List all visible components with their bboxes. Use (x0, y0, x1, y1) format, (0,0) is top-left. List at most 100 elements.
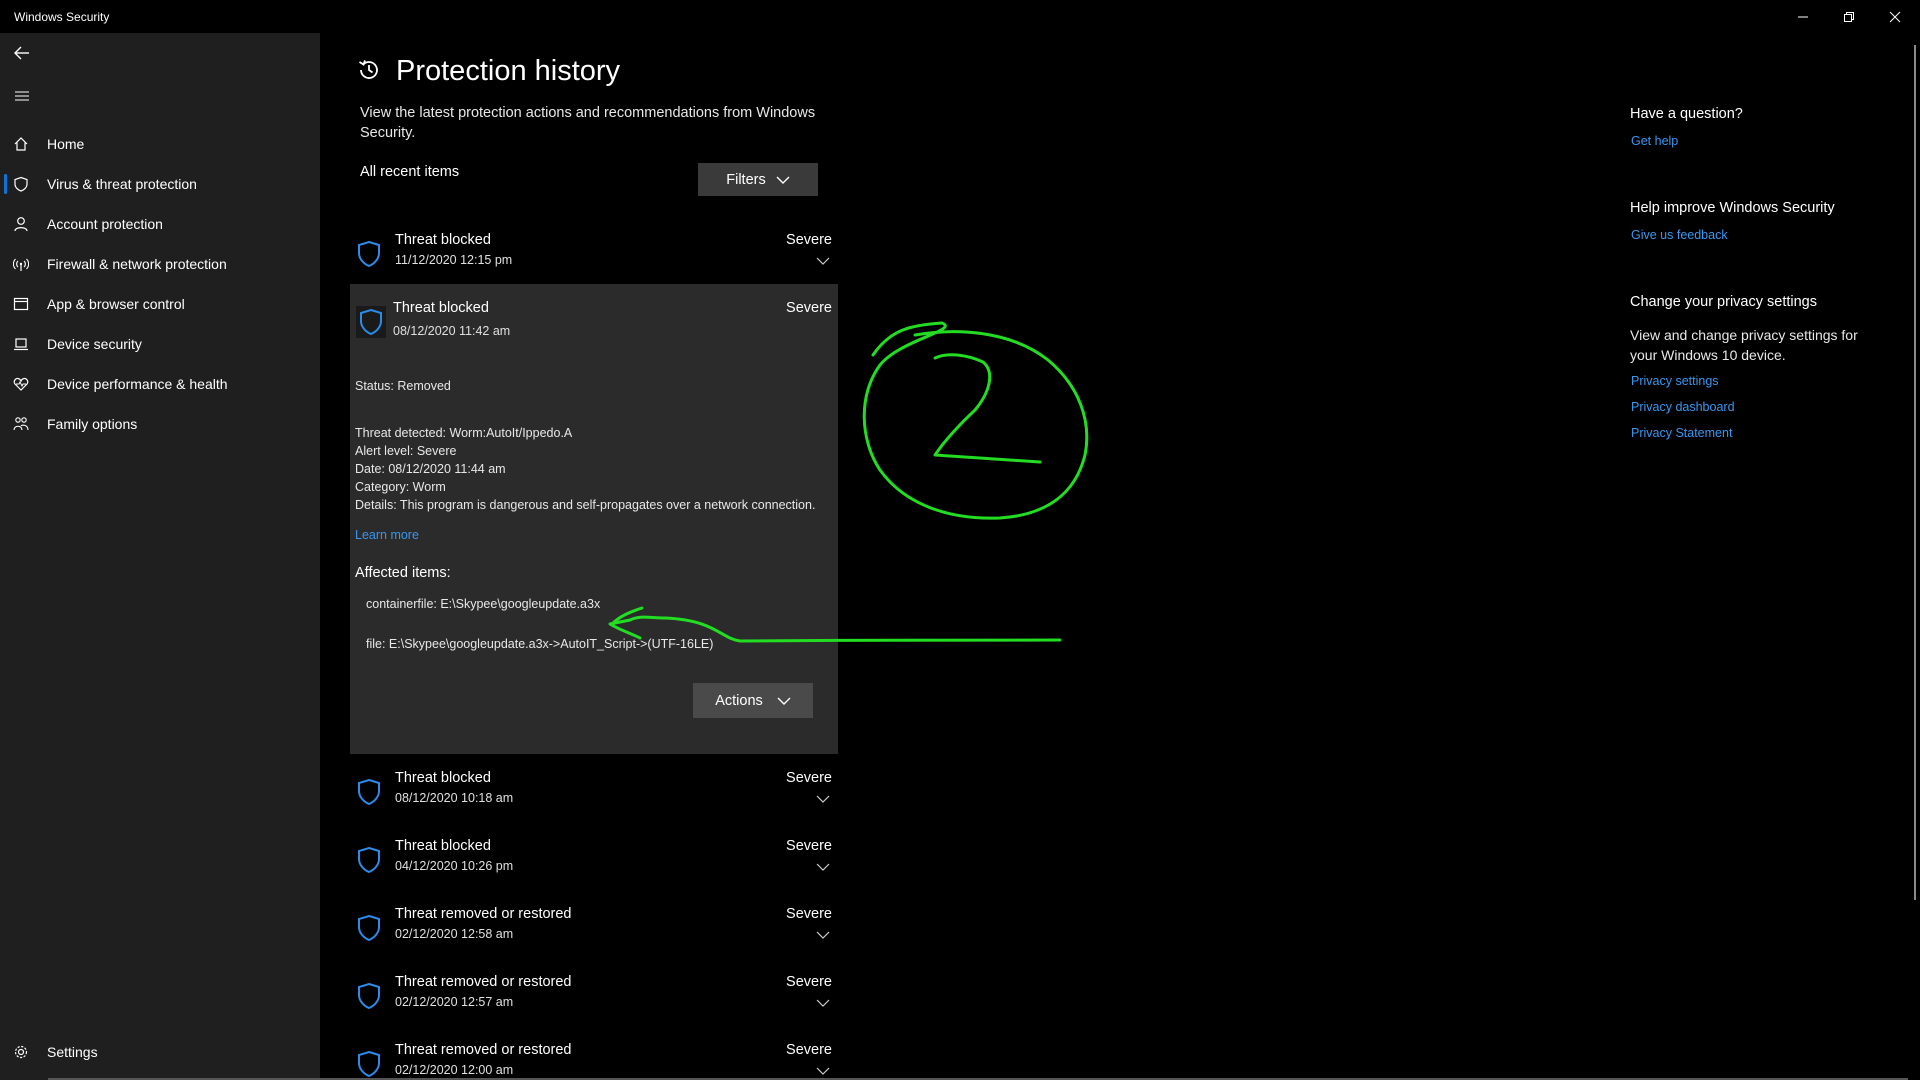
recent-items-label: All recent items (360, 164, 460, 180)
history-item-title: Threat blocked (395, 770, 491, 786)
history-item-title: Threat blocked (395, 232, 491, 248)
sidebar-item-label: Home (47, 136, 85, 152)
learn-more-link[interactable]: Learn more (355, 528, 419, 542)
status-text: Status: Removed (355, 379, 451, 393)
privacy-description: View and change privacy settings for you… (1630, 327, 1858, 363)
privacy-statement-link[interactable]: Privacy Statement (1631, 426, 1732, 440)
severity-label: Severe (786, 838, 832, 854)
sidebar-item-family-options[interactable]: Family options (0, 405, 320, 443)
history-item-date: 08/12/2020 11:42 am (393, 324, 511, 338)
gear-icon (12, 1043, 30, 1061)
sidebar-item-home[interactable]: Home (0, 125, 320, 163)
minimize-button[interactable] (1780, 0, 1826, 33)
page-title: Protection history (396, 55, 621, 87)
chevron-down-icon[interactable] (816, 256, 830, 266)
restore-button[interactable] (1826, 0, 1872, 33)
wifi-antenna-icon (12, 255, 30, 273)
sidebar: Home Virus & threat protection Account p… (0, 33, 320, 1080)
filters-button[interactable]: Filters (698, 163, 818, 196)
sidebar-item-label: Account protection (47, 216, 163, 232)
privacy-heading: Change your privacy settings (1630, 294, 1817, 310)
chevron-down-icon[interactable] (816, 998, 830, 1008)
privacy-dashboard-link[interactable]: Privacy dashboard (1631, 400, 1735, 414)
scrollbar[interactable] (1914, 45, 1916, 900)
history-item-date: 02/12/2020 12:00 am (395, 1063, 514, 1077)
history-item[interactable]: Threat removed or restored 02/12/2020 12… (350, 898, 838, 962)
history-item[interactable]: Threat removed or restored 02/12/2020 12… (350, 1034, 838, 1080)
person-icon (12, 215, 30, 233)
history-item-date: 02/12/2020 12:58 am (395, 927, 514, 941)
actions-label: Actions (715, 692, 763, 709)
family-icon (12, 415, 30, 433)
history-item-expanded[interactable]: Threat blocked 08/12/2020 11:42 am Sever… (350, 284, 838, 754)
history-item-title: Threat blocked (393, 300, 489, 316)
sidebar-item-label: Family options (47, 416, 138, 432)
sidebar-item-account-protection[interactable]: Account protection (0, 205, 320, 243)
get-help-link[interactable]: Get help (1631, 134, 1678, 148)
severity-label: Severe (786, 974, 832, 990)
history-item[interactable]: Threat blocked 08/12/2020 10:18 am Sever… (350, 762, 838, 826)
sidebar-item-device-security[interactable]: Device security (0, 325, 320, 363)
chevron-down-icon[interactable] (816, 794, 830, 804)
home-icon (12, 135, 30, 153)
chevron-down-icon[interactable] (816, 930, 830, 940)
shield-icon (358, 1050, 380, 1078)
chevron-down-icon[interactable] (816, 1066, 830, 1076)
shield-icon (358, 846, 380, 874)
chevron-down-icon[interactable] (816, 862, 830, 872)
severity-label: Severe (786, 770, 832, 786)
alert-level-text: Alert level: Severe (355, 444, 457, 458)
improve-heading: Help improve Windows Security (1630, 200, 1835, 216)
history-item-title: Threat removed or restored (395, 1042, 572, 1058)
sidebar-item-settings[interactable]: Settings (0, 1033, 320, 1071)
hamburger-icon (15, 91, 29, 101)
sidebar-item-app-browser-control[interactable]: App & browser control (0, 285, 320, 323)
actions-button[interactable]: Actions (693, 683, 813, 718)
severity-label: Severe (786, 906, 832, 922)
title-bar: Windows Security (0, 0, 1920, 33)
affected-item: containerfile: E:\Skypee\googleupdate.a3… (366, 597, 601, 611)
page-description: View the latest protection actions and r… (360, 105, 816, 141)
history-item-date: 11/12/2020 12:15 pm (395, 253, 513, 267)
shield-icon (358, 914, 380, 942)
shield-icon (358, 778, 380, 806)
history-item[interactable]: Threat blocked 04/12/2020 10:26 pm Sever… (350, 830, 838, 894)
menu-button[interactable] (10, 84, 34, 108)
close-button[interactable] (1872, 0, 1918, 33)
app-window-icon (12, 295, 30, 313)
shield-icon (358, 982, 380, 1010)
privacy-settings-link[interactable]: Privacy settings (1631, 374, 1719, 388)
shield-icon (358, 240, 380, 268)
question-heading: Have a question? (1630, 106, 1743, 122)
category-text: Category: Worm (355, 480, 446, 494)
feedback-link[interactable]: Give us feedback (1631, 228, 1728, 242)
history-item[interactable]: Threat blocked 11/12/2020 12:15 pm Sever… (350, 224, 838, 288)
restore-icon (1844, 11, 1854, 22)
history-item-title: Threat removed or restored (395, 974, 572, 990)
chevron-down-icon (776, 176, 790, 184)
back-button[interactable] (10, 41, 34, 65)
history-icon (359, 60, 378, 79)
affected-item: file: E:\Skypee\googleupdate.a3x->AutoIT… (366, 637, 714, 651)
threat-detected-text: Threat detected: Worm:AutoIt/Ippedo.A (355, 426, 573, 440)
sidebar-item-virus-threat-protection[interactable]: Virus & threat protection (0, 165, 320, 203)
sidebar-item-label: Virus & threat protection (47, 176, 197, 192)
sidebar-item-device-performance-health[interactable]: Device performance & health (0, 365, 320, 403)
close-icon (1889, 11, 1901, 22)
history-item-date: 04/12/2020 10:26 pm (395, 859, 514, 873)
back-arrow-icon (14, 46, 29, 60)
detection-date-text: Date: 08/12/2020 11:44 am (355, 462, 506, 476)
minimize-icon (1798, 16, 1808, 17)
selected-indicator (4, 174, 7, 194)
history-item-date: 08/12/2020 10:18 am (395, 791, 514, 805)
laptop-icon (12, 335, 30, 353)
sidebar-item-label: Settings (47, 1044, 98, 1060)
heart-icon (12, 375, 30, 393)
shield-icon (356, 306, 386, 338)
shield-icon (12, 175, 30, 193)
affected-items-heading: Affected items: (355, 565, 451, 581)
sidebar-item-firewall-network[interactable]: Firewall & network protection (0, 245, 320, 283)
history-item[interactable]: Threat removed or restored 02/12/2020 12… (350, 966, 838, 1030)
window-title: Windows Security (14, 10, 110, 24)
details-text: Details: This program is dangerous and s… (355, 498, 816, 512)
